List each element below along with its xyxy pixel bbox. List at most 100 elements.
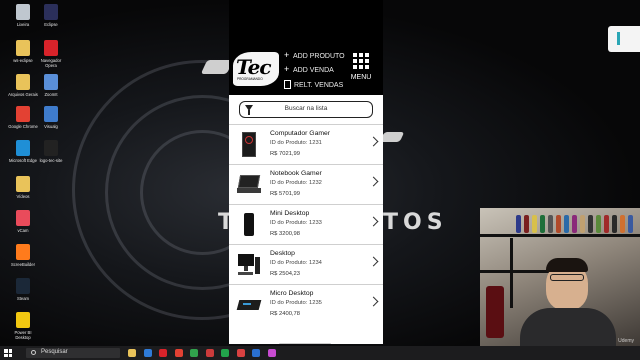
shelf xyxy=(480,234,640,237)
product-name: Computador Gamer xyxy=(270,130,331,137)
product-name: Notebook Gamer xyxy=(270,170,322,177)
desktop-icon[interactable]: Visualg xyxy=(36,106,66,129)
desktop-icon[interactable]: Vídeos xyxy=(8,176,38,199)
taskbar-app-icon[interactable] xyxy=(159,349,167,357)
product-row[interactable]: Mini Desktop ID do Produto: 1233 R$ 3200,9… xyxy=(229,204,383,242)
relt-vendas-link[interactable]: RELT. VENDAS xyxy=(284,80,343,89)
app-icon xyxy=(44,106,58,122)
desktop-icon[interactable]: logo-tec-site xyxy=(36,140,66,163)
shelf xyxy=(480,270,550,273)
grid-icon xyxy=(353,53,369,69)
menu-button[interactable]: MENU xyxy=(350,53,372,81)
desktop-icon-label: Vídeos xyxy=(16,194,30,199)
app-icon xyxy=(16,176,30,192)
add-venda-label: ADD VENDA xyxy=(293,67,334,74)
glasses xyxy=(550,274,584,281)
add-venda-link[interactable]: + ADD VENDA xyxy=(284,65,334,75)
taskbar-app-icon[interactable] xyxy=(128,349,136,357)
figurine xyxy=(564,215,569,233)
relt-vendas-label: RELT. VENDAS xyxy=(294,82,344,89)
product-name: Desktop xyxy=(270,250,295,257)
taskbar-search[interactable]: Pesquisar xyxy=(26,348,120,358)
desktop-icon[interactable]: Power BI Desktop xyxy=(8,312,38,340)
desktop-icon[interactable]: ZoomIt xyxy=(36,74,66,97)
desktop-icon[interactable]: Lixeira xyxy=(8,4,38,27)
tec-logo[interactable]: Tec PROGRAMANDO xyxy=(233,52,279,86)
taskbar-app-icon[interactable] xyxy=(252,349,260,357)
logo-text: Tec xyxy=(236,55,271,79)
taskbar-app-icon[interactable] xyxy=(267,349,276,357)
desktop-icon[interactable]: Steam xyxy=(8,278,38,301)
app-icon xyxy=(44,4,58,20)
desktop-icon[interactable]: Navegador Opera xyxy=(36,40,66,68)
desktop-icon[interactable]: Eclipse xyxy=(36,4,66,27)
start-button[interactable] xyxy=(4,349,12,357)
shelf xyxy=(510,238,513,308)
desktop-icon-label: Visualg xyxy=(44,124,58,129)
desktop-icon[interactable]: ScreeBuilder xyxy=(8,244,38,267)
product-price: R$ 3200,98 xyxy=(270,231,300,237)
search-input[interactable]: Buscar na lista xyxy=(239,101,373,118)
app-icon xyxy=(16,312,30,328)
desktop-icon-label: ZoomIt xyxy=(44,92,58,97)
app-icon xyxy=(16,106,30,122)
app-icon xyxy=(44,140,58,156)
app-icon xyxy=(16,278,30,294)
desktop-icon-label: Steam xyxy=(16,296,30,301)
desktop-icon[interactable]: ws-eclipse xyxy=(8,40,38,63)
taskbar: Pesquisar xyxy=(0,346,640,360)
microphone xyxy=(486,286,504,338)
notification-box[interactable] xyxy=(608,26,640,52)
figurine xyxy=(548,215,553,233)
app-header: Tec PROGRAMANDO + ADD PRODUTO + ADD VENDA … xyxy=(229,0,383,95)
product-row[interactable]: Micro Desktop ID do Produto: 1235 R$ 2400,… xyxy=(229,284,383,322)
menu-label: MENU xyxy=(350,74,372,81)
desktop-icon[interactable]: Microsoft Edge xyxy=(8,140,38,163)
chevron-right-icon[interactable] xyxy=(368,256,379,267)
chevron-right-icon[interactable] xyxy=(368,296,379,307)
taskbar-app-icon[interactable] xyxy=(205,349,214,357)
webcam-overlay: Udemy xyxy=(480,208,640,348)
screen: T TOS Lixeira Eclipse ws-eclipse Navegador … xyxy=(0,0,640,360)
product-list-panel: Buscar na lista Computador Gamer ID do Pr… xyxy=(229,95,383,344)
desktop-icon[interactable]: Arquivos Gerais xyxy=(8,74,38,97)
desktop-icon-label: Eclipse xyxy=(44,22,58,27)
add-produto-label: ADD PRODUTO xyxy=(293,53,345,60)
report-icon xyxy=(284,80,291,89)
desktop-icon-label: Arquivos Gerais xyxy=(8,92,38,97)
figurine xyxy=(588,215,593,233)
product-price: R$ 5701,99 xyxy=(270,191,300,197)
taskbar-app-icon[interactable] xyxy=(143,349,152,357)
figurine xyxy=(524,215,529,233)
chevron-right-icon[interactable] xyxy=(368,136,379,147)
product-name: Mini Desktop xyxy=(270,210,310,217)
home-indicator xyxy=(279,343,331,344)
product-row[interactable]: Computador Gamer ID do Produto: 1231 R$ 70… xyxy=(229,124,383,162)
product-id: ID do Produto: 1235 xyxy=(270,300,322,306)
desktop-icon[interactable]: Google Chrome xyxy=(8,106,38,129)
desktop-icon-label: Microsoft Edge xyxy=(9,158,37,163)
app-icon xyxy=(16,74,30,90)
product-row[interactable]: Notebook Gamer ID do Produto: 1232 R$ 5701… xyxy=(229,164,383,202)
person-hair xyxy=(546,258,588,272)
desktop-icon-label: logo-tec-site xyxy=(39,158,63,163)
wallpaper-text-right: TOS xyxy=(383,210,448,235)
taskbar-app-icon[interactable] xyxy=(174,349,183,357)
taskbar-app-icon[interactable] xyxy=(221,349,229,357)
product-row[interactable]: Desktop ID do Produto: 1234 R$ 2504,23 xyxy=(229,244,383,282)
desktop-icon[interactable]: vCam xyxy=(8,210,38,233)
taskbar-search-text: Pesquisar xyxy=(41,349,68,355)
product-name: Micro Desktop xyxy=(270,290,314,297)
taskbar-app-icon[interactable] xyxy=(236,349,245,357)
product-price: R$ 7021,99 xyxy=(270,151,300,157)
figurine xyxy=(540,215,545,233)
desktop-icon-label: ws-eclipse xyxy=(13,58,33,63)
product-image xyxy=(237,251,261,278)
app-icon xyxy=(16,244,30,260)
taskbar-app-icon[interactable] xyxy=(190,349,198,357)
app-icon xyxy=(16,4,30,20)
chevron-right-icon[interactable] xyxy=(368,216,379,227)
chevron-right-icon[interactable] xyxy=(368,176,379,187)
add-produto-link[interactable]: + ADD PRODUTO xyxy=(284,51,345,61)
notification-mark xyxy=(617,32,621,45)
